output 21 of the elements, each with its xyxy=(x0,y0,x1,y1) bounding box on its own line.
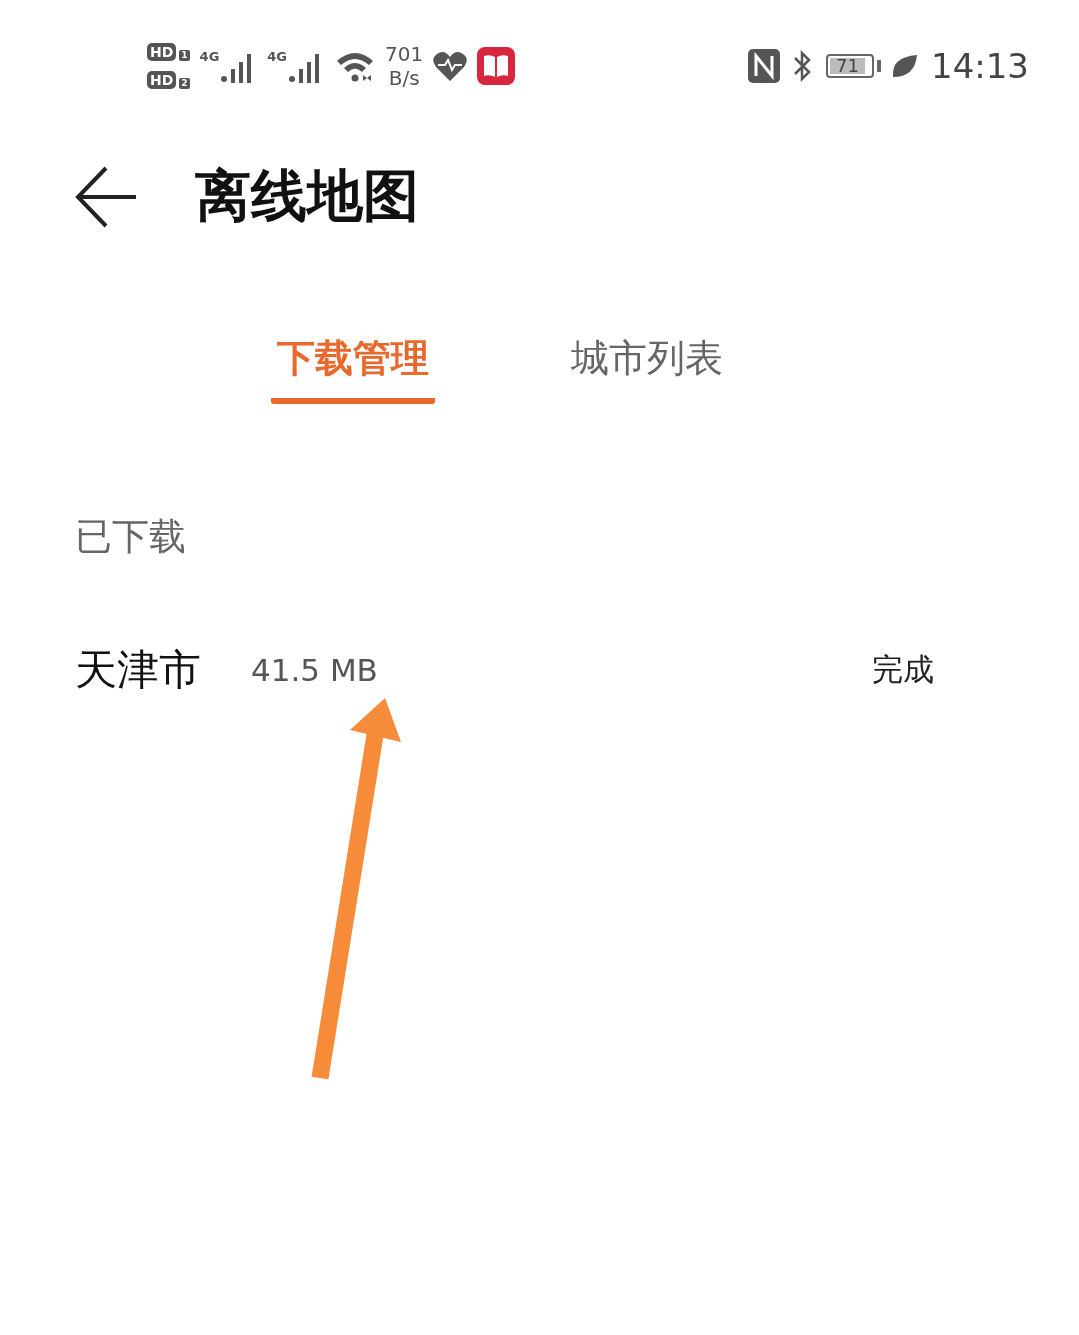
file-size: 41.5 MB xyxy=(251,652,379,688)
speed-value: 701 xyxy=(385,42,424,66)
tab[interactable]: 下载管理 xyxy=(270,332,435,404)
section-title: 已下载 xyxy=(75,514,187,560)
download-status: 完成 xyxy=(872,650,934,689)
network-type: 4G xyxy=(267,49,288,64)
back-icon[interactable] xyxy=(75,166,137,228)
leaf-icon xyxy=(891,53,917,79)
city-name[interactable]: 天津市 xyxy=(75,642,201,698)
sim-slot: 1 xyxy=(179,50,190,61)
tab[interactable]: 城市列表 xyxy=(564,332,729,404)
speed-unit: B/s xyxy=(388,66,420,90)
clock-time: 14:13 xyxy=(931,46,1029,86)
book-icon xyxy=(477,47,516,85)
hd-badge: HD xyxy=(147,71,177,89)
page-title: 离线地图 xyxy=(195,162,419,230)
hd-badge: HD xyxy=(147,43,177,61)
network-type: 4G xyxy=(199,49,220,64)
heart-icon xyxy=(433,51,468,81)
sim-slot: 2 xyxy=(179,78,190,89)
nfc-icon xyxy=(748,49,780,83)
